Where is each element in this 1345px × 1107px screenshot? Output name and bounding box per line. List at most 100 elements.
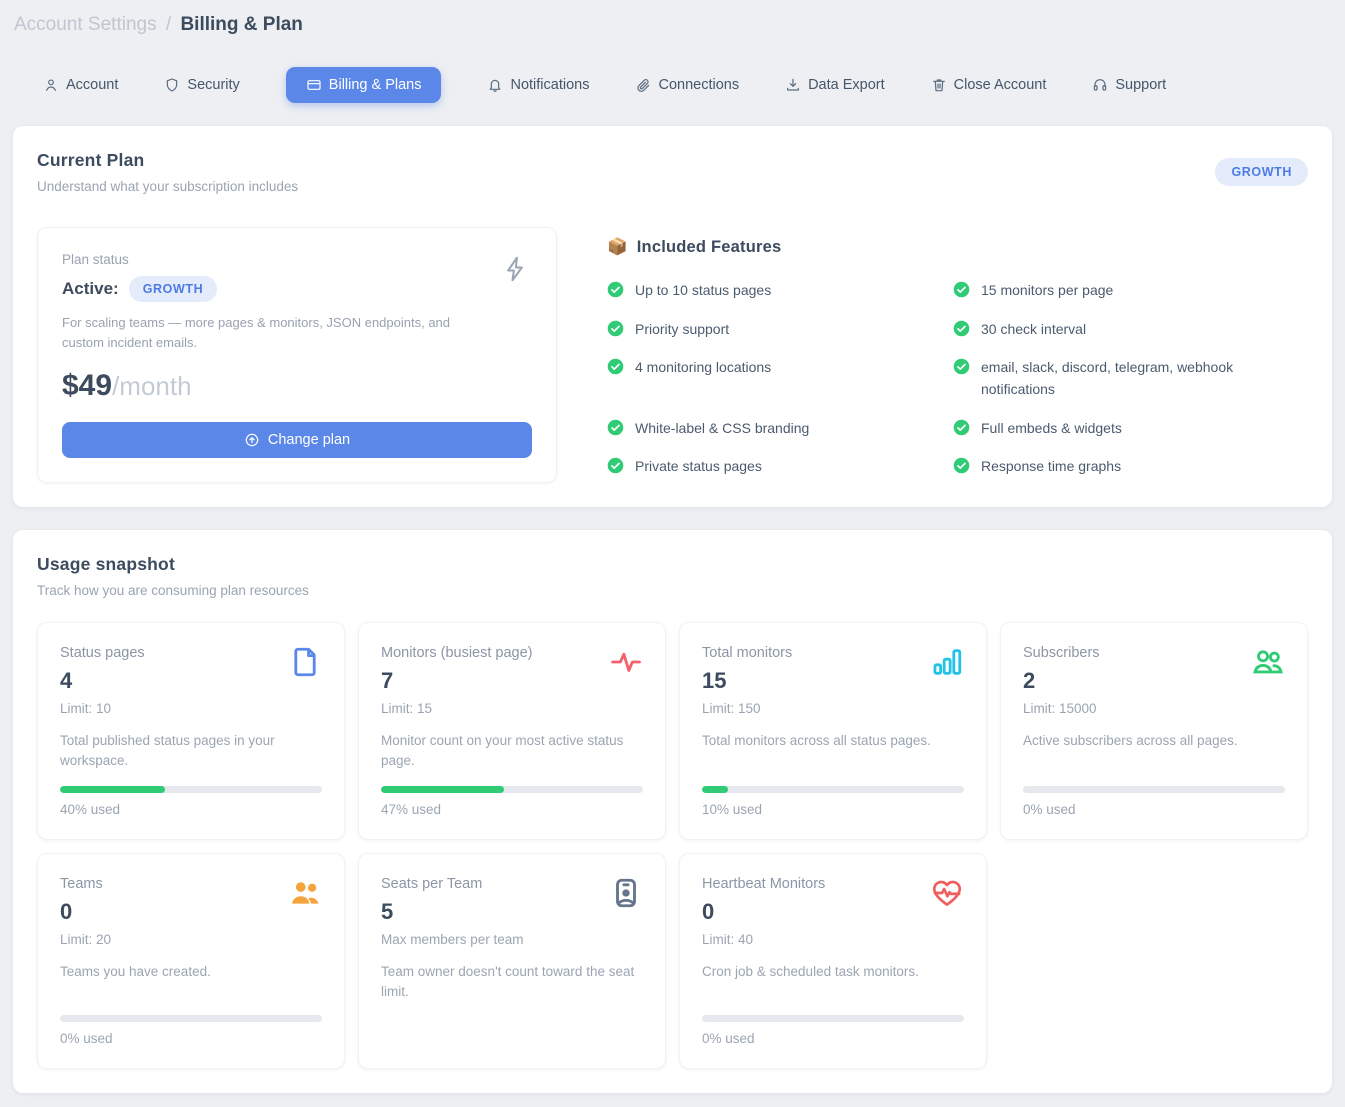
usage-progress: 0% used <box>1023 770 1285 817</box>
usage-card-description: Active subscribers across all pages. <box>1023 731 1285 751</box>
usage-progress: 0% used <box>60 999 322 1046</box>
people-outline-icon <box>1251 645 1285 679</box>
bar-chart-icon <box>930 645 964 679</box>
tab-support[interactable]: Support <box>1092 77 1166 93</box>
check-circle-icon <box>953 281 970 298</box>
usage-card-description: Team owner doesn't count toward the seat… <box>381 962 643 1001</box>
tab-label: Support <box>1115 77 1166 93</box>
feature-label: Private status pages <box>635 456 762 478</box>
person-icon <box>43 77 59 93</box>
activity-icon <box>609 645 643 679</box>
usage-card-limit: Limit: 15 <box>381 701 643 716</box>
feature-item: 15 monitors per page <box>953 280 1308 302</box>
usage-section: Usage snapshot Track how you are consumi… <box>13 530 1332 1093</box>
usage-percent-label: 40% used <box>60 802 322 817</box>
heart-pulse-icon <box>930 876 964 910</box>
usage-card-description: Cron job & scheduled task monitors. <box>702 962 964 982</box>
tab-connections[interactable]: Connections <box>635 77 739 93</box>
usage-card-description: Teams you have created. <box>60 962 322 982</box>
breadcrumb: Account Settings / Billing & Plan <box>13 12 1332 36</box>
usage-percent-label: 0% used <box>60 1031 322 1046</box>
feature-item: Priority support <box>607 319 953 341</box>
usage-card-value: 0 <box>702 899 964 925</box>
breadcrumb-current: Billing & Plan <box>180 14 302 35</box>
billing-page: Account Settings / Billing & Plan Accoun… <box>0 0 1345 1107</box>
usage-card-limit: Limit: 150 <box>702 701 964 716</box>
tab-billing-plans[interactable]: Billing & Plans <box>286 67 442 103</box>
progress-track <box>1023 786 1285 793</box>
tab-label: Close Account <box>954 77 1047 93</box>
check-circle-icon <box>607 457 624 474</box>
tab-close-account[interactable]: Close Account <box>931 77 1047 93</box>
usage-progress: 40% used <box>60 770 322 817</box>
trash-icon <box>931 77 947 93</box>
usage-card-limit: Limit: 15000 <box>1023 701 1285 716</box>
usage-progress: 0% used <box>702 999 964 1046</box>
shield-icon <box>164 77 180 93</box>
usage-card-title: Seats per Team <box>381 876 643 892</box>
usage-title: Usage snapshot <box>37 554 309 575</box>
tab-label: Account <box>66 77 118 93</box>
included-features: 📦 Included Features Up to 10 status page… <box>607 227 1308 483</box>
package-icon: 📦 <box>607 238 628 257</box>
usage-card-seats-per-team: Seats per Team 5 Max members per team Team … <box>358 853 666 1069</box>
check-circle-icon <box>607 358 624 375</box>
feature-label: 15 monitors per page <box>981 280 1113 302</box>
usage-percent-label: 0% used <box>702 1031 964 1046</box>
usage-card-title: Total monitors <box>702 645 964 661</box>
check-circle-icon <box>953 419 970 436</box>
usage-progress: 10% used <box>702 770 964 817</box>
feature-label: Up to 10 status pages <box>635 280 771 302</box>
usage-card-limit: Limit: 40 <box>702 932 964 947</box>
arrow-up-circle-icon <box>244 432 260 448</box>
plan-price-period: /month <box>112 371 192 401</box>
bell-icon <box>487 77 503 93</box>
current-plan-title: Current Plan <box>37 150 298 171</box>
check-circle-icon <box>953 320 970 337</box>
usage-card-value: 4 <box>60 668 322 694</box>
usage-card-title: Monitors (busiest page) <box>381 645 643 661</box>
tab-security[interactable]: Security <box>164 77 239 93</box>
usage-card-limit: Max members per team <box>381 932 643 947</box>
usage-percent-label: 10% used <box>702 802 964 817</box>
feature-item: Private status pages <box>607 456 953 478</box>
usage-card-value: 5 <box>381 899 643 925</box>
usage-card-description: Total monitors across all status pages. <box>702 731 964 751</box>
usage-percent-label: 0% used <box>1023 802 1285 817</box>
check-circle-icon <box>607 419 624 436</box>
usage-card-monitors-busiest-page: Monitors (busiest page) 7 Limit: 15 Monitor… <box>358 622 666 840</box>
plan-status-badge: GROWTH <box>129 276 218 302</box>
breadcrumb-root[interactable]: Account Settings <box>14 14 157 35</box>
usage-card-title: Subscribers <box>1023 645 1285 661</box>
breadcrumb-separator: / <box>166 14 171 35</box>
feature-item: 4 monitoring locations <box>607 357 953 400</box>
usage-card-value: 7 <box>381 668 643 694</box>
tab-data-export[interactable]: Data Export <box>785 77 885 93</box>
feature-item: Response time graphs <box>953 456 1308 478</box>
tab-bar: Account Security Billing & Plans Notificati… <box>43 67 1332 103</box>
tab-label: Security <box>187 77 239 93</box>
plan-price-amount: $49 <box>62 369 112 402</box>
credit-card-icon <box>306 77 322 93</box>
usage-card-description: Monitor count on your most active status… <box>381 731 643 770</box>
progress-fill <box>60 786 165 793</box>
people-filled-icon <box>288 876 322 910</box>
check-circle-icon <box>953 358 970 375</box>
progress-track <box>702 786 964 793</box>
change-plan-button[interactable]: Change plan <box>62 422 532 458</box>
progress-fill <box>702 786 728 793</box>
tab-label: Connections <box>658 77 739 93</box>
usage-subtitle: Track how you are consuming plan resourc… <box>37 583 309 598</box>
plan-description: For scaling teams — more pages & monitor… <box>62 313 472 353</box>
plan-price: $49/month <box>62 369 532 403</box>
check-circle-icon <box>953 457 970 474</box>
feature-label: Priority support <box>635 319 729 341</box>
usage-card-limit: Limit: 20 <box>60 932 322 947</box>
plan-status-value: Active: <box>62 279 119 299</box>
tab-notifications[interactable]: Notifications <box>487 77 589 93</box>
headset-icon <box>1092 77 1108 93</box>
tab-account[interactable]: Account <box>43 77 118 93</box>
download-icon <box>785 77 801 93</box>
feature-item: Up to 10 status pages <box>607 280 953 302</box>
usage-card-title: Status pages <box>60 645 322 661</box>
